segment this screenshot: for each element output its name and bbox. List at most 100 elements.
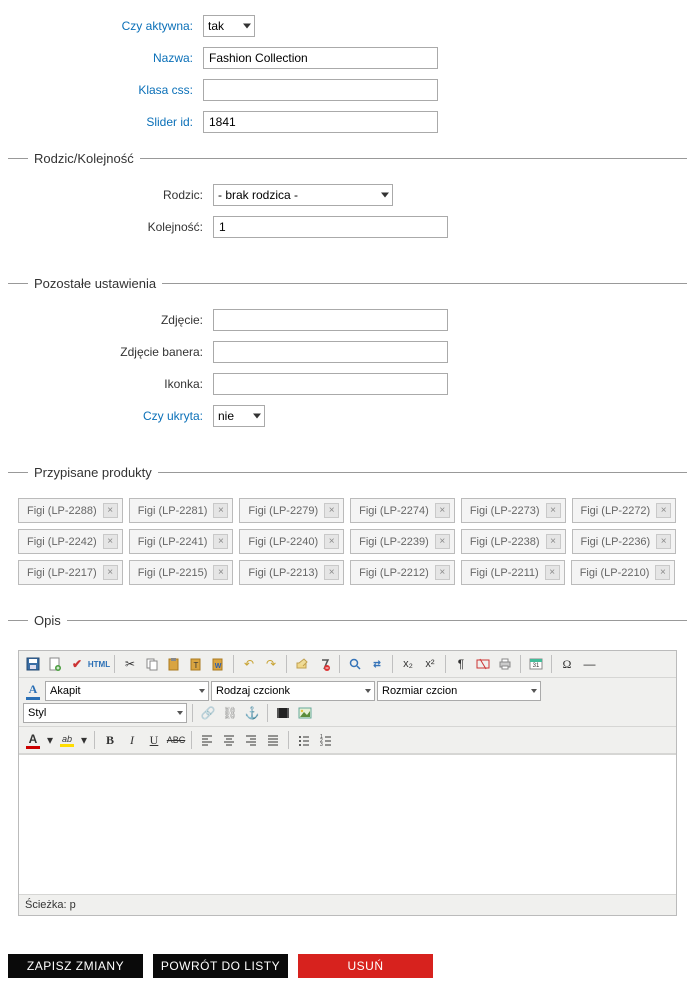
align-left-icon[interactable] xyxy=(197,730,217,750)
ukryta-label: Czy ukryta: xyxy=(18,409,213,423)
undo-icon[interactable]: ↶ xyxy=(239,654,259,674)
product-label: Figi (LP-2211) xyxy=(470,567,539,579)
date-icon[interactable]: 31 xyxy=(526,654,546,674)
remove-product-icon[interactable]: × xyxy=(545,565,560,580)
remove-product-icon[interactable]: × xyxy=(655,565,670,580)
superscript-icon[interactable]: x² xyxy=(420,654,440,674)
image-icon[interactable] xyxy=(295,703,315,723)
text-color-dd[interactable]: ▾ xyxy=(45,730,55,750)
blockquote-icon[interactable] xyxy=(473,654,493,674)
remove-product-icon[interactable]: × xyxy=(324,565,339,580)
align-right-icon[interactable] xyxy=(241,730,261,750)
pilcrow-icon[interactable]: ¶ xyxy=(451,654,471,674)
klasa-input[interactable] xyxy=(203,79,438,101)
editor-body[interactable] xyxy=(19,754,676,894)
svg-text:31: 31 xyxy=(533,663,540,669)
product-label: Figi (LP-2215) xyxy=(138,567,208,579)
aktywna-select[interactable]: tak xyxy=(203,15,255,37)
clear-format-icon[interactable] xyxy=(292,654,312,674)
media-icon[interactable] xyxy=(273,703,293,723)
zdjecie-input[interactable] xyxy=(213,309,448,331)
remove-product-icon[interactable]: × xyxy=(103,534,118,549)
spellcheck-icon[interactable]: ✔ xyxy=(67,654,87,674)
product-tag: Figi (LP-2279)× xyxy=(239,498,344,523)
remove-product-icon[interactable]: × xyxy=(103,565,118,580)
bullet-list-icon[interactable] xyxy=(294,730,314,750)
cut-icon[interactable]: ✂ xyxy=(120,654,140,674)
remove-product-icon[interactable]: × xyxy=(435,565,450,580)
product-tag: Figi (LP-2239)× xyxy=(350,529,455,554)
remove-product-icon[interactable]: × xyxy=(324,503,339,518)
remove-format-icon[interactable] xyxy=(314,654,334,674)
nazwa-input[interactable] xyxy=(203,47,438,69)
number-list-icon[interactable]: 123 xyxy=(316,730,336,750)
unlink-icon[interactable]: ⛓ xyxy=(220,703,240,723)
ikonka-input[interactable] xyxy=(213,373,448,395)
align-center-icon[interactable] xyxy=(219,730,239,750)
remove-product-icon[interactable]: × xyxy=(213,565,228,580)
product-label: Figi (LP-2236) xyxy=(581,536,651,548)
style-select[interactable] xyxy=(23,703,187,723)
format-select[interactable] xyxy=(45,681,209,701)
copy-icon[interactable] xyxy=(142,654,162,674)
product-label: Figi (LP-2288) xyxy=(27,505,97,517)
slider-input[interactable] xyxy=(203,111,438,133)
action-bar: ZAPISZ ZMIANY POWRÓT DO LISTY USUŃ xyxy=(8,954,687,978)
remove-product-icon[interactable]: × xyxy=(324,534,339,549)
hr-icon[interactable]: — xyxy=(579,654,599,674)
product-label: Figi (LP-2273) xyxy=(470,505,540,517)
remove-product-icon[interactable]: × xyxy=(435,534,450,549)
italic-icon[interactable]: I xyxy=(122,730,142,750)
redo-icon[interactable]: ↷ xyxy=(261,654,281,674)
back-button[interactable]: POWRÓT DO LISTY xyxy=(153,954,288,978)
omega-icon[interactable]: Ω xyxy=(557,654,577,674)
baner-input[interactable] xyxy=(213,341,448,363)
link-icon[interactable]: 🔗 xyxy=(198,703,218,723)
newdoc-icon[interactable] xyxy=(45,654,65,674)
fontsize-select[interactable] xyxy=(377,681,541,701)
bg-color-icon[interactable]: ab xyxy=(57,730,77,750)
remove-product-icon[interactable]: × xyxy=(656,503,671,518)
remove-product-icon[interactable]: × xyxy=(103,503,118,518)
remove-product-icon[interactable]: × xyxy=(435,503,450,518)
save-icon[interactable] xyxy=(23,654,43,674)
align-justify-icon[interactable] xyxy=(263,730,283,750)
fontfamily-select[interactable] xyxy=(211,681,375,701)
remove-product-icon[interactable]: × xyxy=(546,503,561,518)
baner-label: Zdjęcie banera: xyxy=(18,345,213,359)
strike-icon[interactable]: ABC xyxy=(166,730,186,750)
font-family-icon[interactable]: A xyxy=(23,681,43,701)
remove-product-icon[interactable]: × xyxy=(213,503,228,518)
product-tag: Figi (LP-2288) × xyxy=(18,498,123,523)
bold-icon[interactable]: B xyxy=(100,730,120,750)
replace-icon[interactable]: ⇄ xyxy=(367,654,387,674)
other-legend: Pozostałe ustawienia xyxy=(28,276,162,291)
remove-product-icon[interactable]: × xyxy=(656,534,671,549)
product-tag: Figi (LP-2273) × xyxy=(461,498,566,523)
bg-color-dd[interactable]: ▾ xyxy=(79,730,89,750)
remove-product-icon[interactable]: × xyxy=(546,534,561,549)
parent-legend: Rodzic/Kolejność xyxy=(28,151,140,166)
ukryta-select[interactable]: nie xyxy=(213,405,265,427)
rodzic-select[interactable]: - brak rodzica - xyxy=(213,184,393,206)
kolejnosc-input[interactable] xyxy=(213,216,448,238)
paste-icon[interactable] xyxy=(164,654,184,674)
product-tag: Figi (LP-2238)× xyxy=(461,529,566,554)
subscript-icon[interactable]: x₂ xyxy=(398,654,418,674)
save-button[interactable]: ZAPISZ ZMIANY xyxy=(8,954,143,978)
print-icon[interactable] xyxy=(495,654,515,674)
remove-product-icon[interactable]: × xyxy=(213,534,228,549)
text-color-icon[interactable]: A xyxy=(23,730,43,750)
product-label: Figi (LP-2213) xyxy=(248,567,318,579)
product-label: Figi (LP-2272) xyxy=(581,505,651,517)
find-icon[interactable] xyxy=(345,654,365,674)
paste-text-icon[interactable]: T xyxy=(186,654,206,674)
product-tag: Figi (LP-2211) × xyxy=(461,560,565,585)
anchor-icon[interactable]: ⚓ xyxy=(242,703,262,723)
product-tag: Figi (LP-2240)× xyxy=(239,529,344,554)
html-icon[interactable]: HTML xyxy=(89,654,109,674)
paste-word-icon[interactable]: W xyxy=(208,654,228,674)
delete-button[interactable]: USUŃ xyxy=(298,954,433,978)
underline-icon[interactable]: U xyxy=(144,730,164,750)
richtext-editor: ✔ HTML ✂ T W ↶ ↷ ⇄ x₂ x² ¶ 31 xyxy=(18,650,677,916)
